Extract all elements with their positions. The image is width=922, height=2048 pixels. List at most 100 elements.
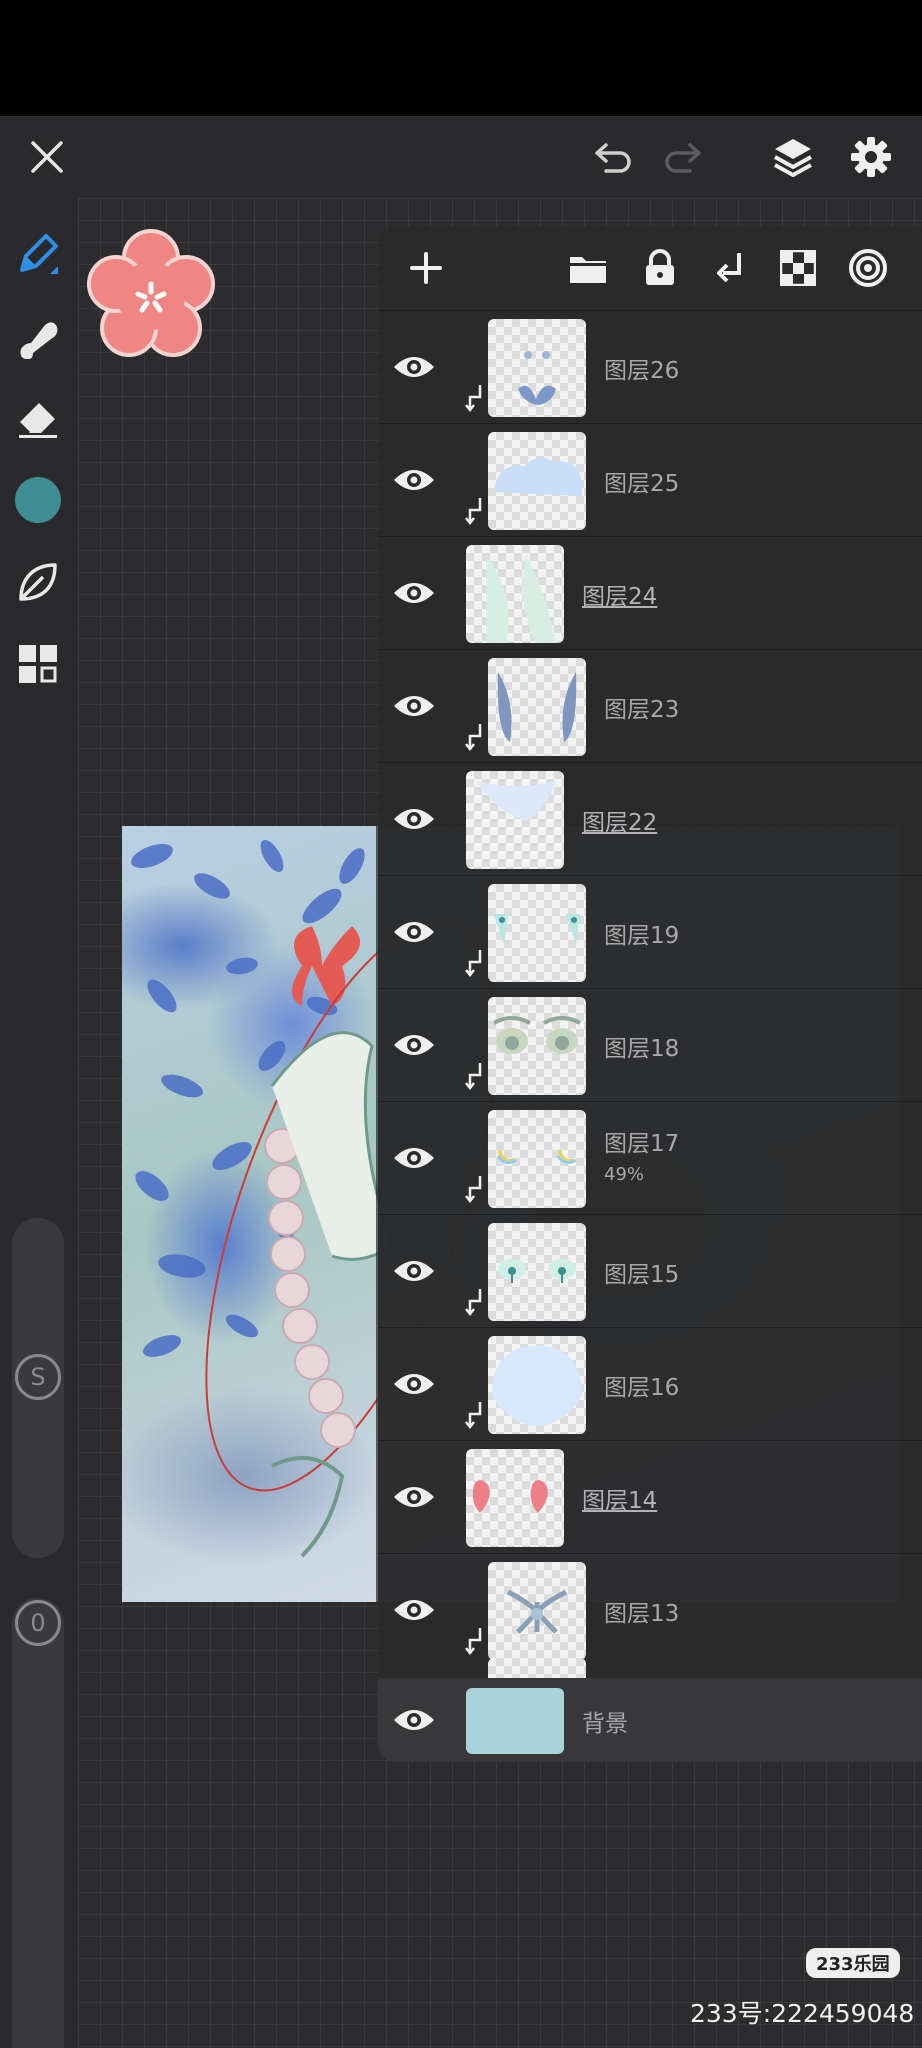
clip-indicator-icon (465, 1289, 482, 1317)
layer-name: 图层24 (582, 584, 658, 610)
brush-icon (20, 234, 58, 274)
layer-name: 图层22 (582, 810, 658, 836)
redo-icon (665, 143, 701, 173)
background-color-swatch[interactable] (466, 1688, 564, 1754)
brush-size-knob[interactable]: S (15, 1354, 61, 1400)
redo-button[interactable] (660, 134, 706, 180)
visibility-eye-icon[interactable] (392, 686, 436, 726)
reference-flower-sticker[interactable] (84, 228, 218, 362)
layer-thumbnail (488, 1110, 586, 1208)
layer-row[interactable]: 图层19 (378, 875, 922, 988)
layer-thumbnail (488, 1562, 586, 1660)
layer-name: 图层18 (604, 1036, 680, 1062)
visibility-eye-icon[interactable] (392, 460, 436, 500)
layer-name: 图层23 (604, 697, 680, 723)
layer-group-button[interactable] (566, 246, 610, 290)
smudge-tool-button[interactable] (10, 308, 66, 364)
clipping-mask-button[interactable] (708, 246, 752, 290)
layer-name: 图层19 (604, 923, 680, 949)
clip-indicator-icon (465, 1063, 482, 1091)
layer-row[interactable]: 图层25 (378, 423, 922, 536)
layer-thumbnail (488, 319, 586, 417)
folder-icon (570, 257, 606, 283)
left-toolbar: S 0 (0, 198, 78, 2048)
layer-row[interactable]: 图层14 (378, 1440, 922, 1553)
layer-name: 图层25 (604, 471, 680, 497)
target-icon (849, 249, 887, 287)
visibility-eye-icon[interactable] (392, 1251, 436, 1291)
layer-row[interactable]: 图层23 (378, 649, 922, 762)
layer-row[interactable]: 图层24 (378, 536, 922, 649)
layer-thumbnail (488, 658, 586, 756)
brush-tool-button[interactable] (10, 226, 66, 282)
visibility-eye-icon[interactable] (392, 1700, 436, 1740)
adjust-tool-button[interactable] (10, 554, 66, 610)
brush-size-slider[interactable]: S (12, 1218, 64, 1558)
alpha-lock-button[interactable] (776, 246, 820, 290)
clip-indicator-icon (465, 1176, 482, 1204)
visibility-eye-icon[interactable] (392, 1590, 436, 1630)
undo-icon (595, 143, 631, 173)
grid-icon (19, 645, 57, 683)
brush-opacity-knob[interactable]: 0 (15, 1600, 61, 1646)
close-icon (31, 141, 63, 173)
top-toolbar (0, 116, 922, 198)
layer-thumbnail (488, 884, 586, 982)
visibility-eye-icon[interactable] (392, 1138, 436, 1178)
layer-thumbnail (466, 545, 564, 643)
layer-name: 图层26 (604, 358, 680, 384)
visibility-eye-icon[interactable] (392, 799, 436, 839)
layer-blend-button[interactable] (846, 246, 890, 290)
lock-layer-button[interactable] (638, 246, 682, 290)
eraser-tool-button[interactable] (10, 390, 66, 446)
clip-indicator-icon (465, 385, 482, 413)
lock-icon (646, 249, 674, 285)
undo-button[interactable] (590, 134, 636, 180)
layer-row[interactable]: 图层26 (378, 310, 922, 423)
layer-thumbnail (488, 1223, 586, 1321)
clip-indicator-icon (465, 1402, 482, 1430)
layer-row[interactable]: 图层15 (378, 1214, 922, 1327)
add-layer-button[interactable] (404, 246, 448, 290)
clip-indicator-icon (465, 724, 482, 752)
layer-thumbnail (488, 997, 586, 1095)
watermark-logo: 233乐园 (806, 1948, 900, 1978)
checkerboard-icon (780, 250, 816, 286)
settings-button[interactable] (846, 132, 896, 182)
color-picker-button[interactable] (10, 472, 66, 528)
layer-row[interactable]: 图层13 (378, 1553, 922, 1666)
layer-row[interactable]: 图层22 (378, 762, 922, 875)
clip-indicator-icon (465, 950, 482, 978)
layer-name: 图层14 (582, 1488, 658, 1514)
visibility-eye-icon[interactable] (392, 912, 436, 952)
layers-panel: 图层26 图层25 图层24 图层23 图层22 图层19 图层18 图层17 … (378, 226, 922, 1762)
layers-icon (774, 139, 812, 177)
watermark-id-text: 233号:222459048 (690, 1999, 915, 2028)
clip-arrow-icon (717, 253, 741, 283)
visibility-eye-icon[interactable] (392, 573, 436, 613)
layer-name: 图层16 (604, 1375, 680, 1401)
current-color-swatch (15, 477, 61, 523)
layer-row[interactable]: 图层18 (378, 988, 922, 1101)
layer-row[interactable]: 图层16 (378, 1327, 922, 1440)
visibility-eye-icon[interactable] (392, 347, 436, 387)
visibility-eye-icon[interactable] (392, 1364, 436, 1404)
clip-indicator-icon (465, 498, 482, 526)
layers-panel-toolbar (378, 226, 922, 310)
brush-opacity-slider[interactable]: 0 (12, 1598, 64, 2048)
close-button[interactable] (24, 134, 70, 180)
layer-row[interactable]: 图层17 49% (378, 1101, 922, 1214)
layer-name: 图层17 (604, 1131, 680, 1157)
visibility-eye-icon[interactable] (392, 1025, 436, 1065)
visibility-eye-icon[interactable] (392, 1477, 436, 1517)
layer-thumbnail-partial (488, 1658, 586, 1678)
gallery-tool-button[interactable] (10, 636, 66, 692)
status-bar-area (0, 0, 922, 116)
layer-name: 图层13 (604, 1601, 680, 1627)
gear-icon (851, 137, 891, 177)
layers-button[interactable] (768, 132, 818, 182)
background-layer-row[interactable]: 背景 (378, 1678, 922, 1762)
eraser-icon (17, 403, 57, 438)
smudge-icon (20, 322, 58, 359)
clip-indicator-icon (465, 1628, 482, 1656)
